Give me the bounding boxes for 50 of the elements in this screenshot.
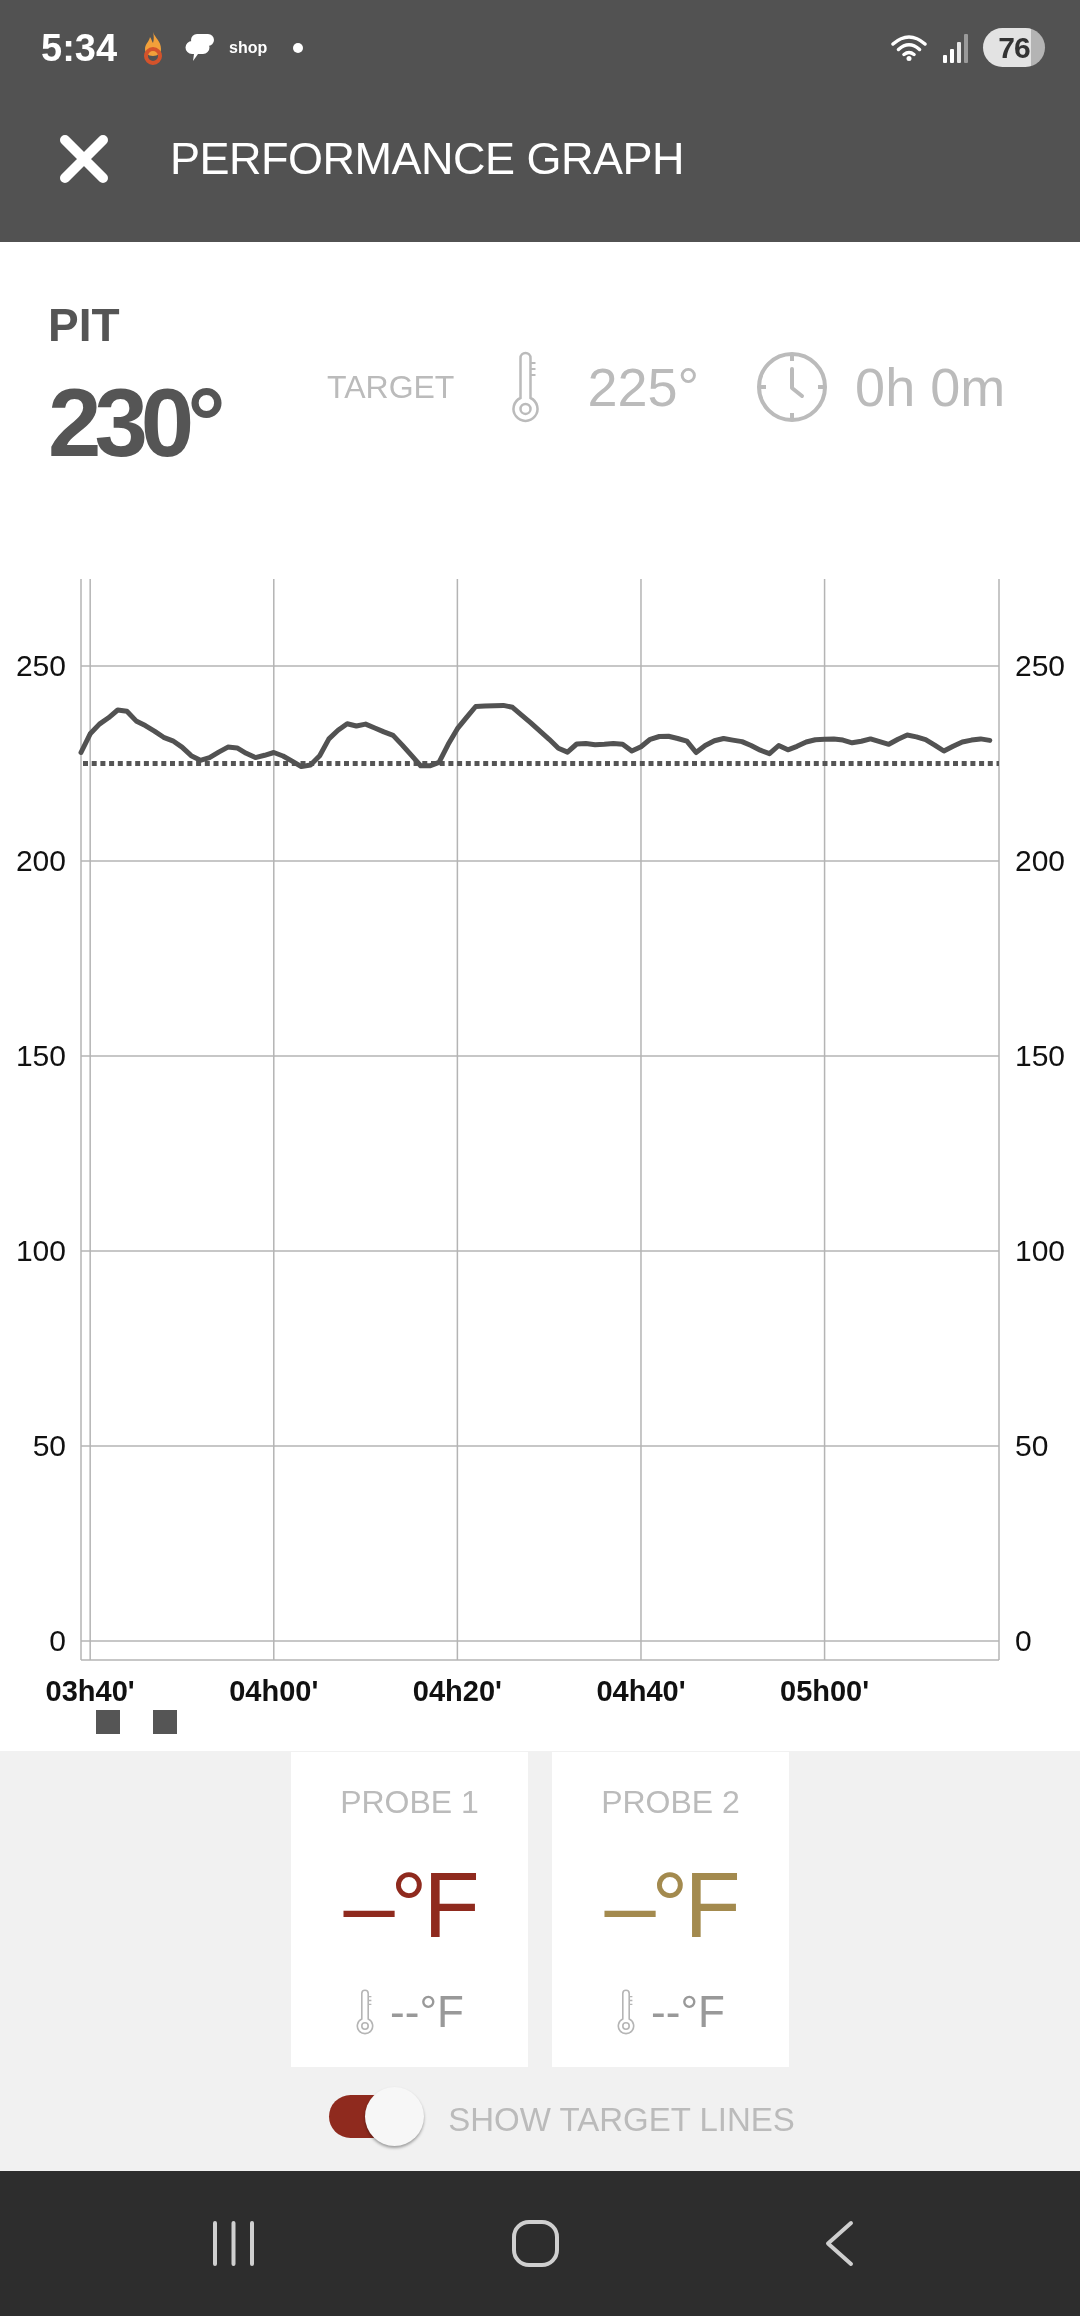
clock-icon xyxy=(756,350,829,423)
thermometer-icon xyxy=(510,350,542,423)
status-time: 5:34 xyxy=(41,28,118,67)
timer-value: 0h 0m xyxy=(855,359,1006,414)
axis-label: 05h00' xyxy=(780,1675,870,1707)
battery-indicator: 76 xyxy=(983,28,1045,67)
target-temperature: 225° xyxy=(587,359,700,414)
axis-label: 250 xyxy=(15,649,66,683)
thermometer-icon xyxy=(355,1989,376,2035)
dot-icon xyxy=(293,42,304,53)
home-icon xyxy=(512,2220,559,2267)
recent-apps-button[interactable] xyxy=(212,2220,255,2267)
pit-temperature: 230° xyxy=(48,375,219,471)
probe-label: PROBE 2 xyxy=(601,1786,740,1818)
axis-label: 100 xyxy=(1015,1234,1066,1268)
recent-apps-icon xyxy=(212,2220,255,2267)
axis-label: 04h00' xyxy=(229,1675,319,1707)
legend-marker-icon xyxy=(153,1710,177,1734)
axis-label: 50 xyxy=(32,1429,66,1463)
close-button[interactable] xyxy=(59,133,109,184)
axis-label: 250 xyxy=(1015,649,1066,683)
probe-temperature: –°F xyxy=(604,1859,737,1951)
back-button[interactable] xyxy=(824,2220,854,2267)
screen-title: PERFORMANCE GRAPH xyxy=(170,136,685,181)
probe-target-temperature: --°F xyxy=(651,1990,725,2034)
axis-label: 0 xyxy=(49,1624,66,1658)
axis-label: 100 xyxy=(15,1234,66,1268)
axis-label: 200 xyxy=(1015,844,1066,878)
wifi-icon xyxy=(890,34,928,61)
probe-temperature: –°F xyxy=(343,1859,476,1951)
close-icon xyxy=(59,133,109,184)
app-logo-text: shop xyxy=(229,39,268,56)
target-label: TARGET xyxy=(327,370,455,403)
probe-label: PROBE 1 xyxy=(340,1786,479,1818)
axis-label: 50 xyxy=(1015,1429,1049,1463)
axis-label: 200 xyxy=(15,844,66,878)
chat-bubble-icon xyxy=(185,33,216,62)
probe-target-temperature: --°F xyxy=(390,1990,464,2034)
axis-label: 150 xyxy=(15,1039,66,1073)
home-button[interactable] xyxy=(512,2220,559,2267)
thermometer-icon xyxy=(616,1989,637,2035)
axis-label: 04h40' xyxy=(596,1675,686,1707)
axis-label: 0 xyxy=(1015,1624,1032,1658)
axis-label: 150 xyxy=(1015,1039,1066,1073)
signal-icon xyxy=(943,32,971,63)
legend-marker-icon xyxy=(96,1710,120,1734)
pit-label: PIT xyxy=(48,302,120,348)
axis-label: 03h40' xyxy=(45,1675,135,1707)
back-icon xyxy=(824,2220,854,2267)
axis-label: 04h20' xyxy=(412,1675,502,1707)
